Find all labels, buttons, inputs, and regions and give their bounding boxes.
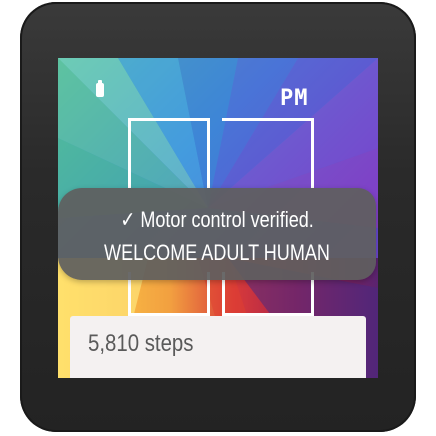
notification-toast[interactable]: ✓ Motor control verified. WELCOME ADULT … — [58, 188, 376, 280]
clock-digit-outline — [128, 118, 210, 188]
check-icon: ✓ — [120, 207, 136, 232]
steps-count: 5,810 steps — [88, 330, 194, 357]
toast-message-line1: ✓ Motor control verified. — [87, 207, 348, 233]
clock-digit-outline — [222, 118, 314, 188]
steps-card[interactable]: 5,810 steps — [70, 316, 366, 378]
ampm-indicator: PM — [280, 86, 309, 111]
watch-screen[interactable]: PM ✓ Motor control verified. WELCOME ADU… — [58, 58, 378, 378]
toast-message-line2: WELCOME ADULT HUMAN — [104, 240, 330, 265]
toast-message-text: Motor control verified. — [140, 207, 314, 232]
battery-icon — [96, 80, 104, 97]
